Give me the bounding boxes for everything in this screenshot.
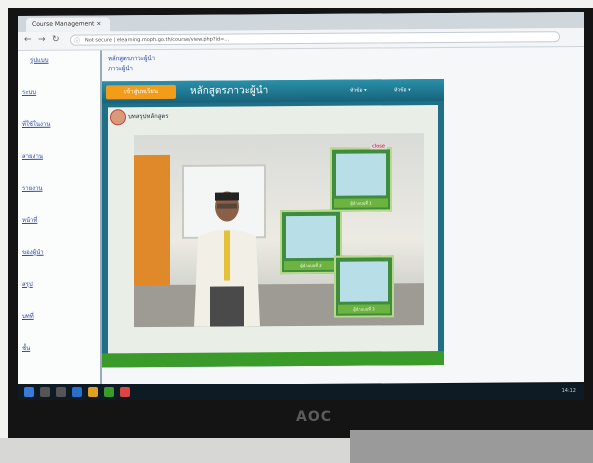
info-icon: ⓘ [74,37,81,45]
start-icon[interactable] [24,387,34,397]
back-icon[interactable]: ← [24,35,32,45]
search-icon[interactable] [40,387,50,397]
avatar [110,109,126,126]
store-icon[interactable] [104,387,114,397]
monitor-screen: Course Management × ← → ↻ ⓘ Not secure |… [18,12,584,386]
address-text: Not secure | elearning.moph.go.th/course… [85,36,230,44]
leader-card-label: ผู้นำแบบที่ 1 [334,198,388,208]
sidebar-link[interactable]: หน้าที่ [22,215,37,225]
leader-card-label: ผู้นำแบบที่ 2 [284,260,338,271]
desk-surface [0,438,350,463]
sidebar-link[interactable]: ระบบ [22,87,36,97]
chrome-icon[interactable] [120,387,130,397]
browser-tab[interactable]: Course Management × [26,17,110,32]
presenter [194,191,260,327]
taskview-icon[interactable] [56,387,66,397]
leader-card[interactable]: ผู้นำแบบที่ 2 [280,209,342,275]
sidebar-link[interactable]: สรุป [22,279,33,289]
leader-portrait [340,261,388,302]
monitor-brand-logo: AOC [296,409,333,425]
monitor-stand [350,430,593,463]
sidebar-link[interactable]: ที่ใช้ในงาน [22,119,50,129]
player-progress-bar[interactable] [102,351,444,368]
topic-menu[interactable]: หัวข้อ ▾ [394,86,411,94]
leader-card[interactable]: ผู้นำแบบที่ 3 [334,255,394,318]
close-icon[interactable]: close [370,143,387,150]
sidebar-link[interactable]: ของผู้นำ [22,247,44,257]
sidebar-link[interactable]: รูปแบบ [30,55,49,65]
photo-scene: Course Management × ← → ↻ ⓘ Not secure |… [0,0,593,463]
forward-icon[interactable]: → [38,35,46,45]
lesson-stage: บทสรุปหลักสูตร close ผู้นำแบบที่ 1 ผู้นำ… [108,105,438,356]
sidebar-link[interactable]: รายงาน [22,183,43,193]
sidebar-link[interactable]: ชั้น [22,343,30,353]
lesson-player: เข้าสู่บทเรียน หลักสูตรภาวะผู้นำ หัวข้อ … [102,79,444,368]
start-lesson-button[interactable]: เข้าสู่บทเรียน [106,84,176,100]
edge-icon[interactable] [72,387,82,397]
leader-portrait [286,215,336,259]
folder-icon[interactable] [88,387,98,397]
leader-card[interactable]: close ผู้นำแบบที่ 1 [330,143,392,212]
clock: 14:12 [561,388,576,394]
address-bar[interactable]: ⓘ Not secure | elearning.moph.go.th/cour… [70,31,560,46]
course-sidebar: รูปแบบ ระบบ ที่ใช้ในงาน สายงาน รายงาน หน… [18,50,102,386]
browser-toolbar: ← → ↻ ⓘ Not secure | elearning.moph.go.t… [18,28,584,51]
sidebar-link[interactable]: บทที่ [22,311,34,321]
course-title: หลักสูตรภาวะผู้นำ [190,85,269,97]
stage-label: บทสรุปหลักสูตร [128,112,169,121]
sidebar-link[interactable]: สายงาน [22,151,43,161]
leader-card-label: ผู้นำแบบที่ 3 [338,304,390,314]
leader-portrait [336,153,386,196]
player-header: เข้าสู่บทเรียน หลักสูตรภาวะผู้นำ หัวข้อ … [102,79,444,104]
windows-taskbar: 14:12 [18,384,584,400]
breadcrumb[interactable]: หลักสูตรภาวะผู้นำ [108,53,155,63]
topic-menu[interactable]: หัวข้อ ▾ [350,87,367,95]
breadcrumb[interactable]: ภาวะผู้นำ [108,63,133,73]
reload-icon[interactable]: ↻ [52,35,60,45]
orange-wall [134,154,170,296]
